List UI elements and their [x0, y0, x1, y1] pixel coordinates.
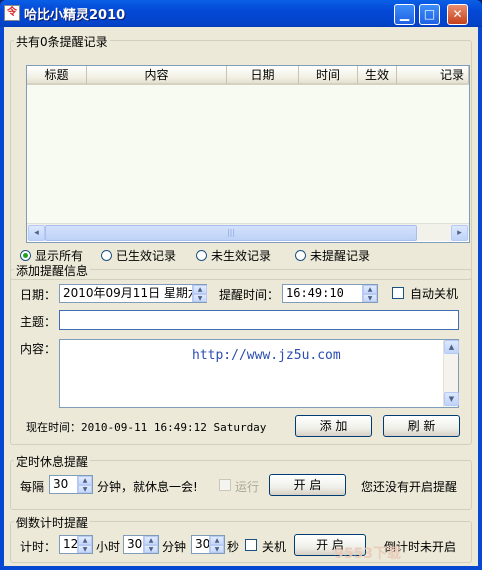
spin-down-icon[interactable]: ▼: [193, 293, 207, 302]
add-button[interactable]: 添 加: [295, 415, 372, 437]
spin-down-icon[interactable]: ▼: [210, 544, 224, 553]
close-button[interactable]: ✕: [447, 4, 468, 25]
radio-icon: [196, 250, 207, 261]
rest-minutes-spinner[interactable]: ▲ ▼: [77, 476, 92, 493]
remind-time-value: 16:49:10: [286, 286, 344, 300]
subject-label: 主题：: [20, 315, 57, 329]
minutes-spinner[interactable]: ▲ ▼: [143, 536, 158, 553]
client-area: 共有0条提醒记录 标题 内容 日期 时间 生效 记录 ◂ ||| ▸ 显示所有 …: [4, 27, 478, 566]
content-value: http://www.jz5u.com: [192, 348, 341, 363]
spin-down-icon[interactable]: ▼: [78, 484, 92, 493]
title-bar[interactable]: 令 哈比小精灵2010 ▁ □ ✕: [0, 0, 482, 27]
content-textarea[interactable]: http://www.jz5u.com: [59, 339, 459, 408]
column-header-record[interactable]: 记录: [397, 66, 469, 85]
add-reminder-group-label: 添加提醒信息: [14, 262, 91, 279]
every-label: 每隔: [20, 480, 45, 494]
run-label: 运行: [235, 480, 260, 494]
refresh-button[interactable]: 刷 新: [383, 415, 460, 437]
window-frame-bottom: [0, 566, 482, 570]
content-vertical-scrollbar[interactable]: ▲ ▼: [443, 340, 459, 407]
column-header-content[interactable]: 内容: [87, 66, 227, 85]
scroll-thumb[interactable]: |||: [45, 225, 417, 241]
rest-reminder-group-label: 定时休息提醒: [14, 453, 91, 470]
rest-suffix-label: 分钟，就休息一会!: [97, 480, 198, 494]
minimize-button[interactable]: ▁: [394, 4, 415, 25]
scroll-up-icon[interactable]: ▲: [444, 340, 459, 354]
filter-inactive-label: 未生效记录: [211, 249, 272, 263]
countdown-shutdown-checkbox[interactable]: [245, 539, 257, 551]
hours-spinner[interactable]: ▲ ▼: [77, 536, 92, 553]
rest-minutes-value: 30: [53, 477, 69, 491]
countdown-group-label: 倒数计时提醒: [14, 514, 91, 531]
records-list[interactable]: 标题 内容 日期 时间 生效 记录 ◂ ||| ▸: [26, 65, 470, 243]
maximize-button[interactable]: □: [419, 4, 440, 25]
spin-up-icon[interactable]: ▲: [78, 476, 92, 485]
filter-active-radio[interactable]: 已生效记录: [101, 247, 176, 264]
scroll-left-icon[interactable]: ◂: [28, 225, 45, 241]
scroll-down-icon[interactable]: ▼: [444, 392, 459, 406]
rest-reminder-group: 定时休息提醒 每隔 30 ▲ ▼ 分钟，就休息一会! 运行 开 启 您还没有开启提…: [10, 453, 472, 510]
date-spinner[interactable]: ▲ ▼: [192, 285, 207, 302]
time-spinner[interactable]: ▲ ▼: [362, 285, 377, 302]
window-title: 哈比小精灵2010: [24, 8, 126, 23]
spin-up-icon[interactable]: ▲: [144, 536, 158, 545]
window-frame-right: [478, 27, 482, 570]
countdown-minutes-value: 30: [127, 537, 143, 551]
subject-input[interactable]: [59, 310, 459, 330]
records-group-label: 共有0条提醒记录: [14, 33, 110, 50]
countdown-hours-value: 12: [63, 537, 79, 551]
hour-unit-label: 小时: [96, 540, 121, 554]
records-group: 共有0条提醒记录 标题 内容 日期 时间 生效 记录 ◂ ||| ▸ 显示所有 …: [10, 33, 472, 280]
filter-unreminded-label: 未提醒记录: [310, 249, 371, 263]
countdown-shutdown-label: 关机: [262, 540, 287, 554]
run-checkbox[interactable]: [219, 479, 231, 491]
spin-up-icon[interactable]: ▲: [193, 285, 207, 294]
current-time-label: 现在时间：2010-09-11 16:49:12 Saturday: [26, 421, 267, 434]
date-value: 2010年09月11日 星期六: [63, 286, 200, 300]
add-reminder-group: 添加提醒信息 日期： 2010年09月11日 星期六 ▲ ▼ 提醒时间： 16:4…: [10, 262, 472, 445]
countdown-seconds-value: 30: [195, 537, 211, 551]
scroll-right-icon[interactable]: ▸: [451, 225, 468, 241]
spin-down-icon[interactable]: ▼: [78, 544, 92, 553]
rest-status-text: 您还没有开启提醒: [361, 480, 458, 494]
column-header-date[interactable]: 日期: [227, 66, 299, 85]
filter-unreminded-radio[interactable]: 未提醒记录: [295, 247, 370, 264]
spin-down-icon[interactable]: ▼: [363, 293, 377, 302]
radio-icon: [295, 250, 306, 261]
radio-icon: [101, 250, 112, 261]
horizontal-scrollbar[interactable]: ◂ ||| ▸: [27, 223, 469, 241]
app-icon: 令: [4, 5, 20, 21]
records-list-header: 标题 内容 日期 时间 生效 记录: [27, 66, 469, 85]
countdown-group: 倒数计时提醒 计时： 12 ▲ ▼ 小时 30 ▲ ▼ 分钟 30 ▲ ▼ 秒 关机 …: [10, 514, 472, 563]
rest-start-button[interactable]: 开 启: [269, 474, 346, 496]
remind-time-label: 提醒时间：: [219, 288, 280, 302]
timer-label: 计时：: [20, 540, 57, 554]
filter-active-label: 已生效记录: [116, 249, 177, 263]
spin-up-icon[interactable]: ▲: [210, 536, 224, 545]
column-header-time[interactable]: 时间: [299, 66, 358, 85]
date-picker[interactable]: 2010年09月11日 星期六: [59, 284, 207, 303]
auto-shutdown-label: 自动关机: [410, 287, 459, 301]
second-unit-label: 秒: [227, 540, 240, 554]
column-header-active[interactable]: 生效: [358, 66, 397, 85]
auto-shutdown-checkbox[interactable]: [392, 287, 404, 299]
filter-inactive-radio[interactable]: 未生效记录: [196, 247, 271, 264]
spin-down-icon[interactable]: ▼: [144, 544, 158, 553]
content-label: 内容：: [20, 342, 57, 356]
watermark-logo: 9553下载: [334, 546, 401, 562]
seconds-spinner[interactable]: ▲ ▼: [209, 536, 224, 553]
column-header-title[interactable]: 标题: [27, 66, 87, 85]
spin-up-icon[interactable]: ▲: [78, 536, 92, 545]
date-label: 日期：: [20, 288, 57, 302]
records-list-body: [27, 85, 469, 223]
minute-unit-label: 分钟: [162, 540, 187, 554]
radio-selected-icon: [20, 250, 31, 261]
spin-up-icon[interactable]: ▲: [363, 285, 377, 294]
